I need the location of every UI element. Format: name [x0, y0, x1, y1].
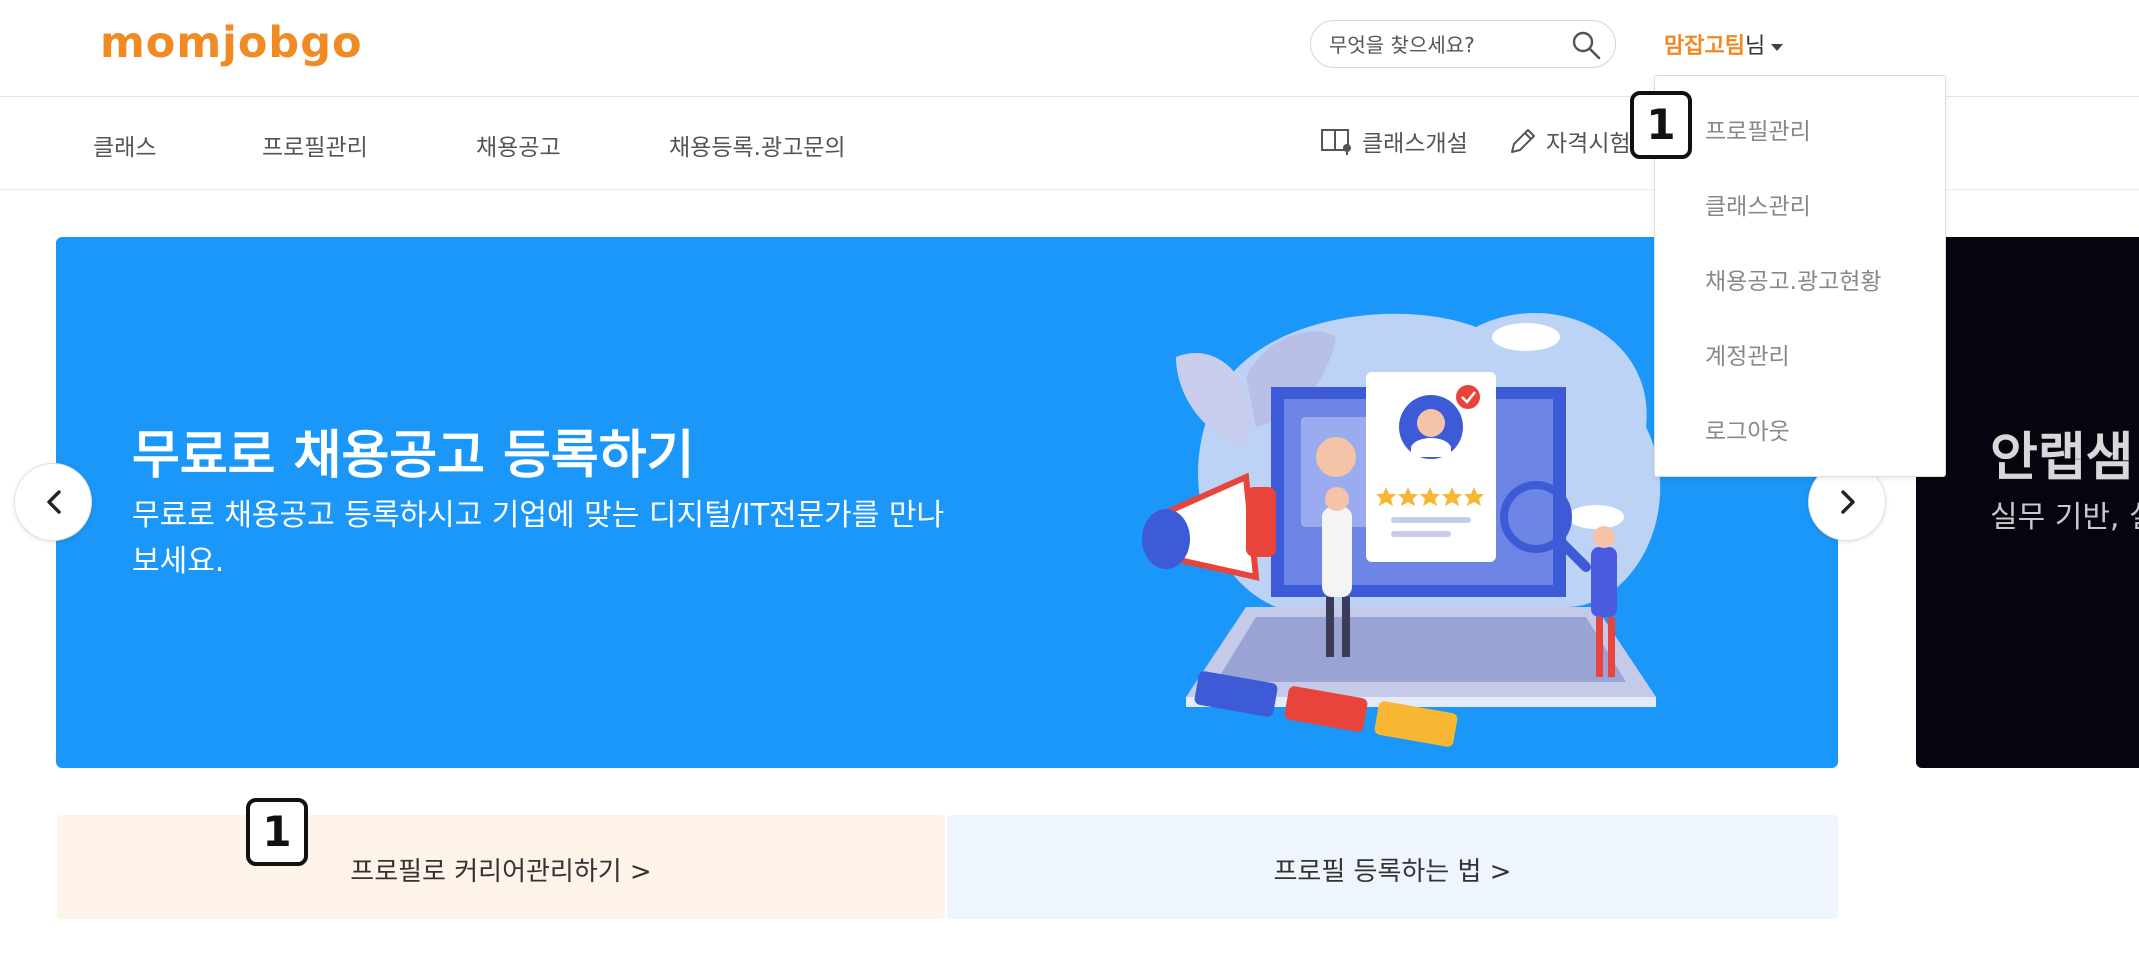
- banner-description: 무료로 채용공고 등록하시고 기업에 맞는 디지털/IT전문가를 만나보세요.: [132, 498, 945, 579]
- nav-item-jobs[interactable]: 채용공고: [476, 128, 561, 162]
- recruitment-illustration: [1142, 313, 1661, 747]
- next-banner-title: 안랩샘: [1990, 428, 2134, 488]
- nav-item-job-register-ads[interactable]: 채용등록.광고문의: [669, 128, 846, 162]
- user-menu-toggle[interactable]: 맘잡고팀님: [1664, 28, 1784, 60]
- menu-item-class-management[interactable]: 클래스관리: [1705, 187, 1811, 221]
- annotation-marker: 1: [1630, 91, 1692, 159]
- certification-exam-link[interactable]: 자격시험: [1508, 124, 1631, 158]
- nav-item-class[interactable]: 클래스: [93, 128, 156, 162]
- open-class-link[interactable]: 클래스개설: [1320, 124, 1468, 158]
- pencil-icon: [1511, 129, 1535, 153]
- career-management-link[interactable]: 프로필로 커리어관리하기 >: [57, 815, 945, 919]
- menu-item-account-management[interactable]: 계정관리: [1705, 337, 1790, 371]
- user-dropdown-menu: 프로필관리 클래스관리 채용공고.광고현황 계정관리 로그아웃: [1654, 75, 1946, 477]
- chevron-right-icon: [1841, 490, 1855, 514]
- annotation-marker: 1: [246, 798, 308, 866]
- certification-exam-label: 자격시험: [1546, 131, 1631, 157]
- banner-slide-next[interactable]: 안랩샘 실무 기반, 실 어 패스의 완: [1916, 237, 2139, 768]
- open-class-label: 클래스개설: [1362, 131, 1468, 157]
- menu-item-job-ads-status[interactable]: 채용공고.광고현황: [1705, 262, 1882, 296]
- search-input[interactable]: [1327, 29, 1561, 61]
- nav-item-profile[interactable]: 프로필관리: [262, 128, 368, 162]
- caret-down-icon: [1771, 43, 1784, 51]
- career-management-label: 프로필로 커리어관리하기 >: [350, 857, 652, 887]
- book-icon: [1321, 129, 1351, 155]
- menu-item-logout[interactable]: 로그아웃: [1705, 412, 1790, 446]
- carousel-prev-button[interactable]: [14, 463, 92, 541]
- user-name: 맘잡고팀: [1664, 34, 1745, 59]
- search-box: [1310, 20, 1616, 68]
- logo[interactable]: momjobgo: [100, 18, 363, 68]
- chevron-left-icon: [47, 490, 61, 514]
- banner-slide[interactable]: 무료로 채용공고 등록하기 무료로 채용공고 등록하시고 기업에 맞는 디지털/…: [56, 237, 1838, 768]
- menu-item-profile-management[interactable]: 프로필관리: [1705, 112, 1811, 146]
- next-banner-description: 실무 기반, 실 어 패스의 완: [1990, 500, 2139, 535]
- profile-guide-link[interactable]: 프로필 등록하는 법 >: [947, 815, 1838, 919]
- search-icon[interactable]: [1571, 30, 1601, 60]
- banner-title: 무료로 채용공고 등록하기: [132, 426, 695, 486]
- profile-guide-label: 프로필 등록하는 법 >: [1273, 857, 1512, 887]
- user-suffix: 님: [1744, 34, 1766, 59]
